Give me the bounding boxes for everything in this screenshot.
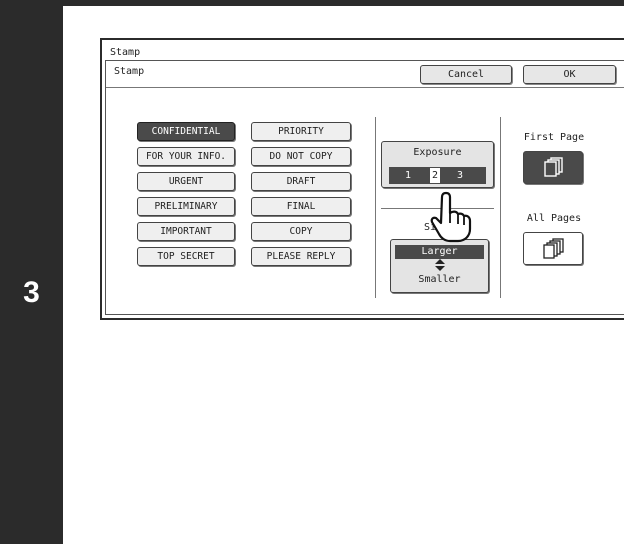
exposure-label: Exposure [413, 147, 462, 158]
size-smaller-option[interactable]: Smaller [391, 273, 488, 287]
settings-divider-left [375, 117, 376, 298]
stamp-preliminary-button[interactable]: PRELIMINARY [137, 197, 235, 216]
size-arrows-icon [391, 259, 488, 274]
exposure-level-2[interactable]: 2 [430, 168, 441, 183]
stamp-for-your-info-button[interactable]: FOR YOUR INFO. [137, 147, 235, 166]
settings-divider-right [500, 117, 501, 298]
stamp-panel: Stamp Stamp Cancel OK CONFIDENTIAL FOR Y… [100, 38, 624, 320]
page-stack-icon [543, 238, 564, 259]
exposure-button[interactable]: Exposure 1 2 3 [381, 141, 494, 188]
stamp-top-secret-button[interactable]: TOP SECRET [137, 247, 235, 266]
stamp-urgent-button[interactable]: URGENT [137, 172, 235, 191]
size-button[interactable]: Larger Smaller [390, 239, 489, 293]
first-page-label: First Page [523, 132, 585, 143]
exposure-scale[interactable]: 1 2 3 [389, 167, 486, 184]
stamp-important-button[interactable]: IMPORTANT [137, 222, 235, 241]
hand-pointer-icon [430, 191, 472, 243]
stamp-draft-button[interactable]: DRAFT [251, 172, 351, 191]
section-title: Stamp [114, 66, 145, 77]
header-divider [106, 87, 624, 88]
stamp-final-button[interactable]: FINAL [251, 197, 351, 216]
exposure-level-1[interactable]: 1 [405, 167, 411, 184]
stamp-please-reply-button[interactable]: PLEASE REPLY [251, 247, 351, 266]
all-pages-label: All Pages [526, 213, 582, 224]
exposure-level-3[interactable]: 3 [457, 167, 463, 184]
all-pages-button[interactable] [523, 232, 583, 265]
top-rule [0, 0, 624, 6]
stamp-priority-button[interactable]: PRIORITY [251, 122, 351, 141]
cancel-button[interactable]: Cancel [420, 65, 512, 84]
stamp-confidential-button[interactable]: CONFIDENTIAL [137, 122, 235, 141]
ok-button[interactable]: OK [523, 65, 616, 84]
size-larger-option[interactable]: Larger [395, 245, 484, 259]
page-stack-icon [544, 157, 563, 177]
first-page-button[interactable] [523, 151, 583, 184]
step-number: 3 [23, 276, 40, 309]
stamp-do-not-copy-button[interactable]: DO NOT COPY [251, 147, 351, 166]
stamp-copy-button[interactable]: COPY [251, 222, 351, 241]
